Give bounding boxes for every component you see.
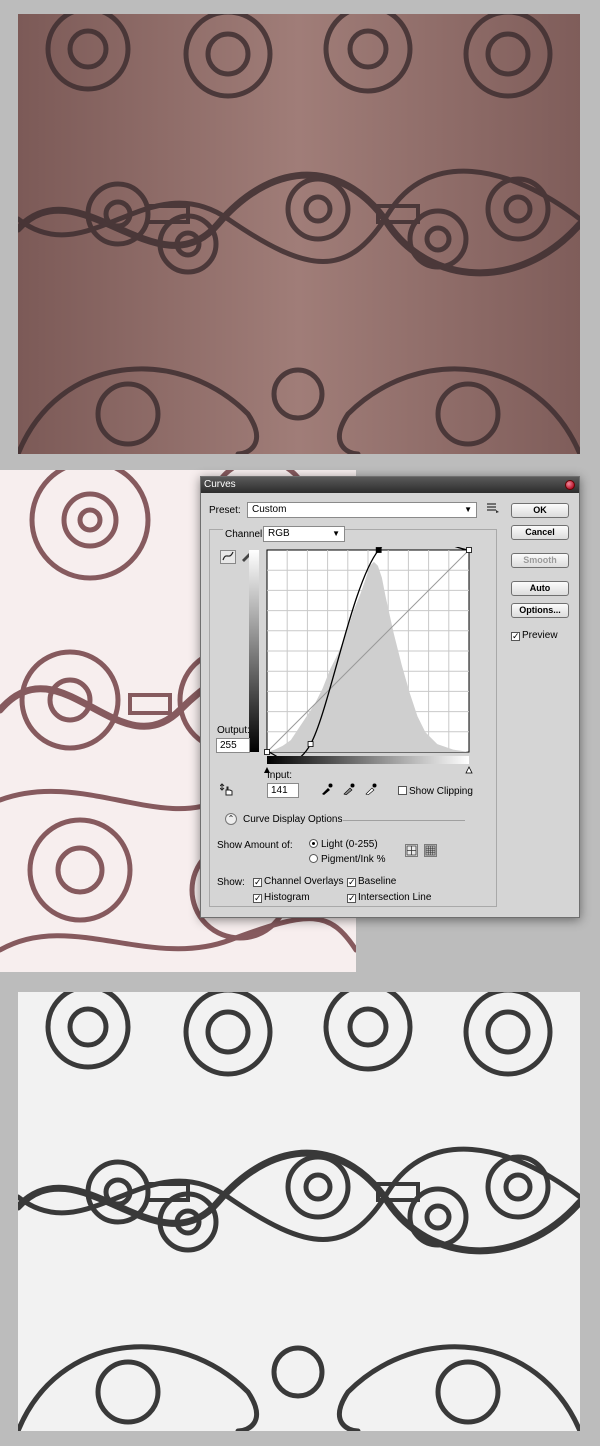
- dialog-titlebar[interactable]: Curves: [201, 477, 579, 493]
- curve-tool-icon[interactable]: [220, 550, 236, 564]
- histogram-box[interactable]: ✓: [253, 894, 262, 903]
- input-field[interactable]: 141: [267, 783, 299, 798]
- intersection-line-checkbox[interactable]: ✓ Intersection Line: [347, 892, 431, 903]
- ok-button[interactable]: OK: [511, 503, 569, 518]
- light-label: Light (0-255): [321, 839, 378, 850]
- preset-label: Preset:: [209, 505, 241, 516]
- divider: [343, 820, 465, 821]
- light-radio[interactable]: Light (0-255): [309, 839, 378, 850]
- intersection-line-box[interactable]: ✓: [347, 894, 356, 903]
- show-clipping-box[interactable]: [398, 786, 407, 795]
- curve-point[interactable]: [307, 741, 314, 747]
- white-point-slider[interactable]: [465, 766, 473, 774]
- curve-display-options-label: Curve Display Options: [243, 814, 343, 825]
- eyedropper-gray-icon[interactable]: [341, 783, 357, 797]
- show-label: Show:: [217, 877, 245, 888]
- curve-point[interactable]: [466, 547, 472, 553]
- channel-overlays-box[interactable]: ✓: [253, 878, 262, 887]
- baseline-label: Baseline: [358, 876, 397, 887]
- show-clipping-label: Show Clipping: [409, 786, 473, 797]
- chevron-down-icon: ▼: [464, 505, 472, 514]
- preview-checkbox[interactable]: ✓ Preview: [511, 630, 558, 641]
- preset-dropdown[interactable]: Custom ▼: [247, 502, 477, 518]
- detailed-grid-icon[interactable]: [424, 844, 437, 857]
- curves-dialog: Curves Preset: Custom ▼ Channel: RGB ▼ O…: [200, 476, 580, 918]
- cancel-button[interactable]: Cancel: [511, 525, 569, 540]
- channel-overlays-label: Channel Overlays: [264, 876, 344, 887]
- baseline-box[interactable]: ✓: [347, 878, 356, 887]
- eyedropper-black-icon[interactable]: [319, 783, 335, 797]
- show-clipping-checkbox[interactable]: Show Clipping: [398, 786, 473, 797]
- baseline-checkbox[interactable]: ✓ Baseline: [347, 876, 396, 887]
- pigment-radio[interactable]: Pigment/Ink %: [309, 854, 385, 865]
- preview-label: Preview: [522, 630, 558, 641]
- chevron-up-icon[interactable]: ⌃: [225, 813, 237, 825]
- channel-overlays-checkbox[interactable]: ✓ Channel Overlays: [253, 876, 343, 887]
- auto-button[interactable]: Auto: [511, 581, 569, 596]
- light-radio-button[interactable]: [309, 839, 318, 848]
- preview-box[interactable]: ✓: [511, 632, 520, 641]
- curve-point-selected[interactable]: [375, 547, 382, 553]
- dialog-title: Curves: [204, 479, 236, 490]
- options-button[interactable]: Options...: [511, 603, 569, 618]
- output-field[interactable]: 255: [216, 738, 250, 753]
- pigment-radio-button[interactable]: [309, 854, 318, 863]
- black-and-white-photo: [18, 992, 580, 1431]
- channel-dropdown[interactable]: RGB ▼: [263, 526, 345, 542]
- histogram-checkbox[interactable]: ✓ Histogram: [253, 892, 310, 903]
- input-gradient-bar: [267, 756, 469, 764]
- output-gradient-bar: [249, 550, 259, 752]
- channel-label: Channel:: [223, 529, 268, 540]
- chevron-down-icon: ▼: [332, 529, 340, 538]
- show-amount-label: Show Amount of:: [217, 840, 293, 851]
- eyedropper-white-icon[interactable]: [363, 783, 379, 797]
- channel-value: RGB: [268, 528, 290, 539]
- simple-grid-icon[interactable]: [405, 844, 418, 857]
- pigment-label: Pigment/Ink %: [321, 854, 386, 865]
- list-menu-icon[interactable]: [485, 503, 501, 517]
- output-label: Output:: [217, 725, 250, 736]
- preset-value: Custom: [252, 504, 287, 515]
- smooth-button[interactable]: Smooth: [511, 553, 569, 568]
- on-image-adjust-icon[interactable]: [219, 783, 235, 797]
- close-icon[interactable]: [565, 480, 575, 490]
- intersection-line-label: Intersection Line: [358, 892, 432, 903]
- input-label: Input:: [267, 770, 293, 781]
- original-photo: [18, 14, 580, 454]
- curve-graph[interactable]: [249, 547, 485, 777]
- curve-point[interactable]: [264, 749, 270, 755]
- histogram-label: Histogram: [264, 892, 310, 903]
